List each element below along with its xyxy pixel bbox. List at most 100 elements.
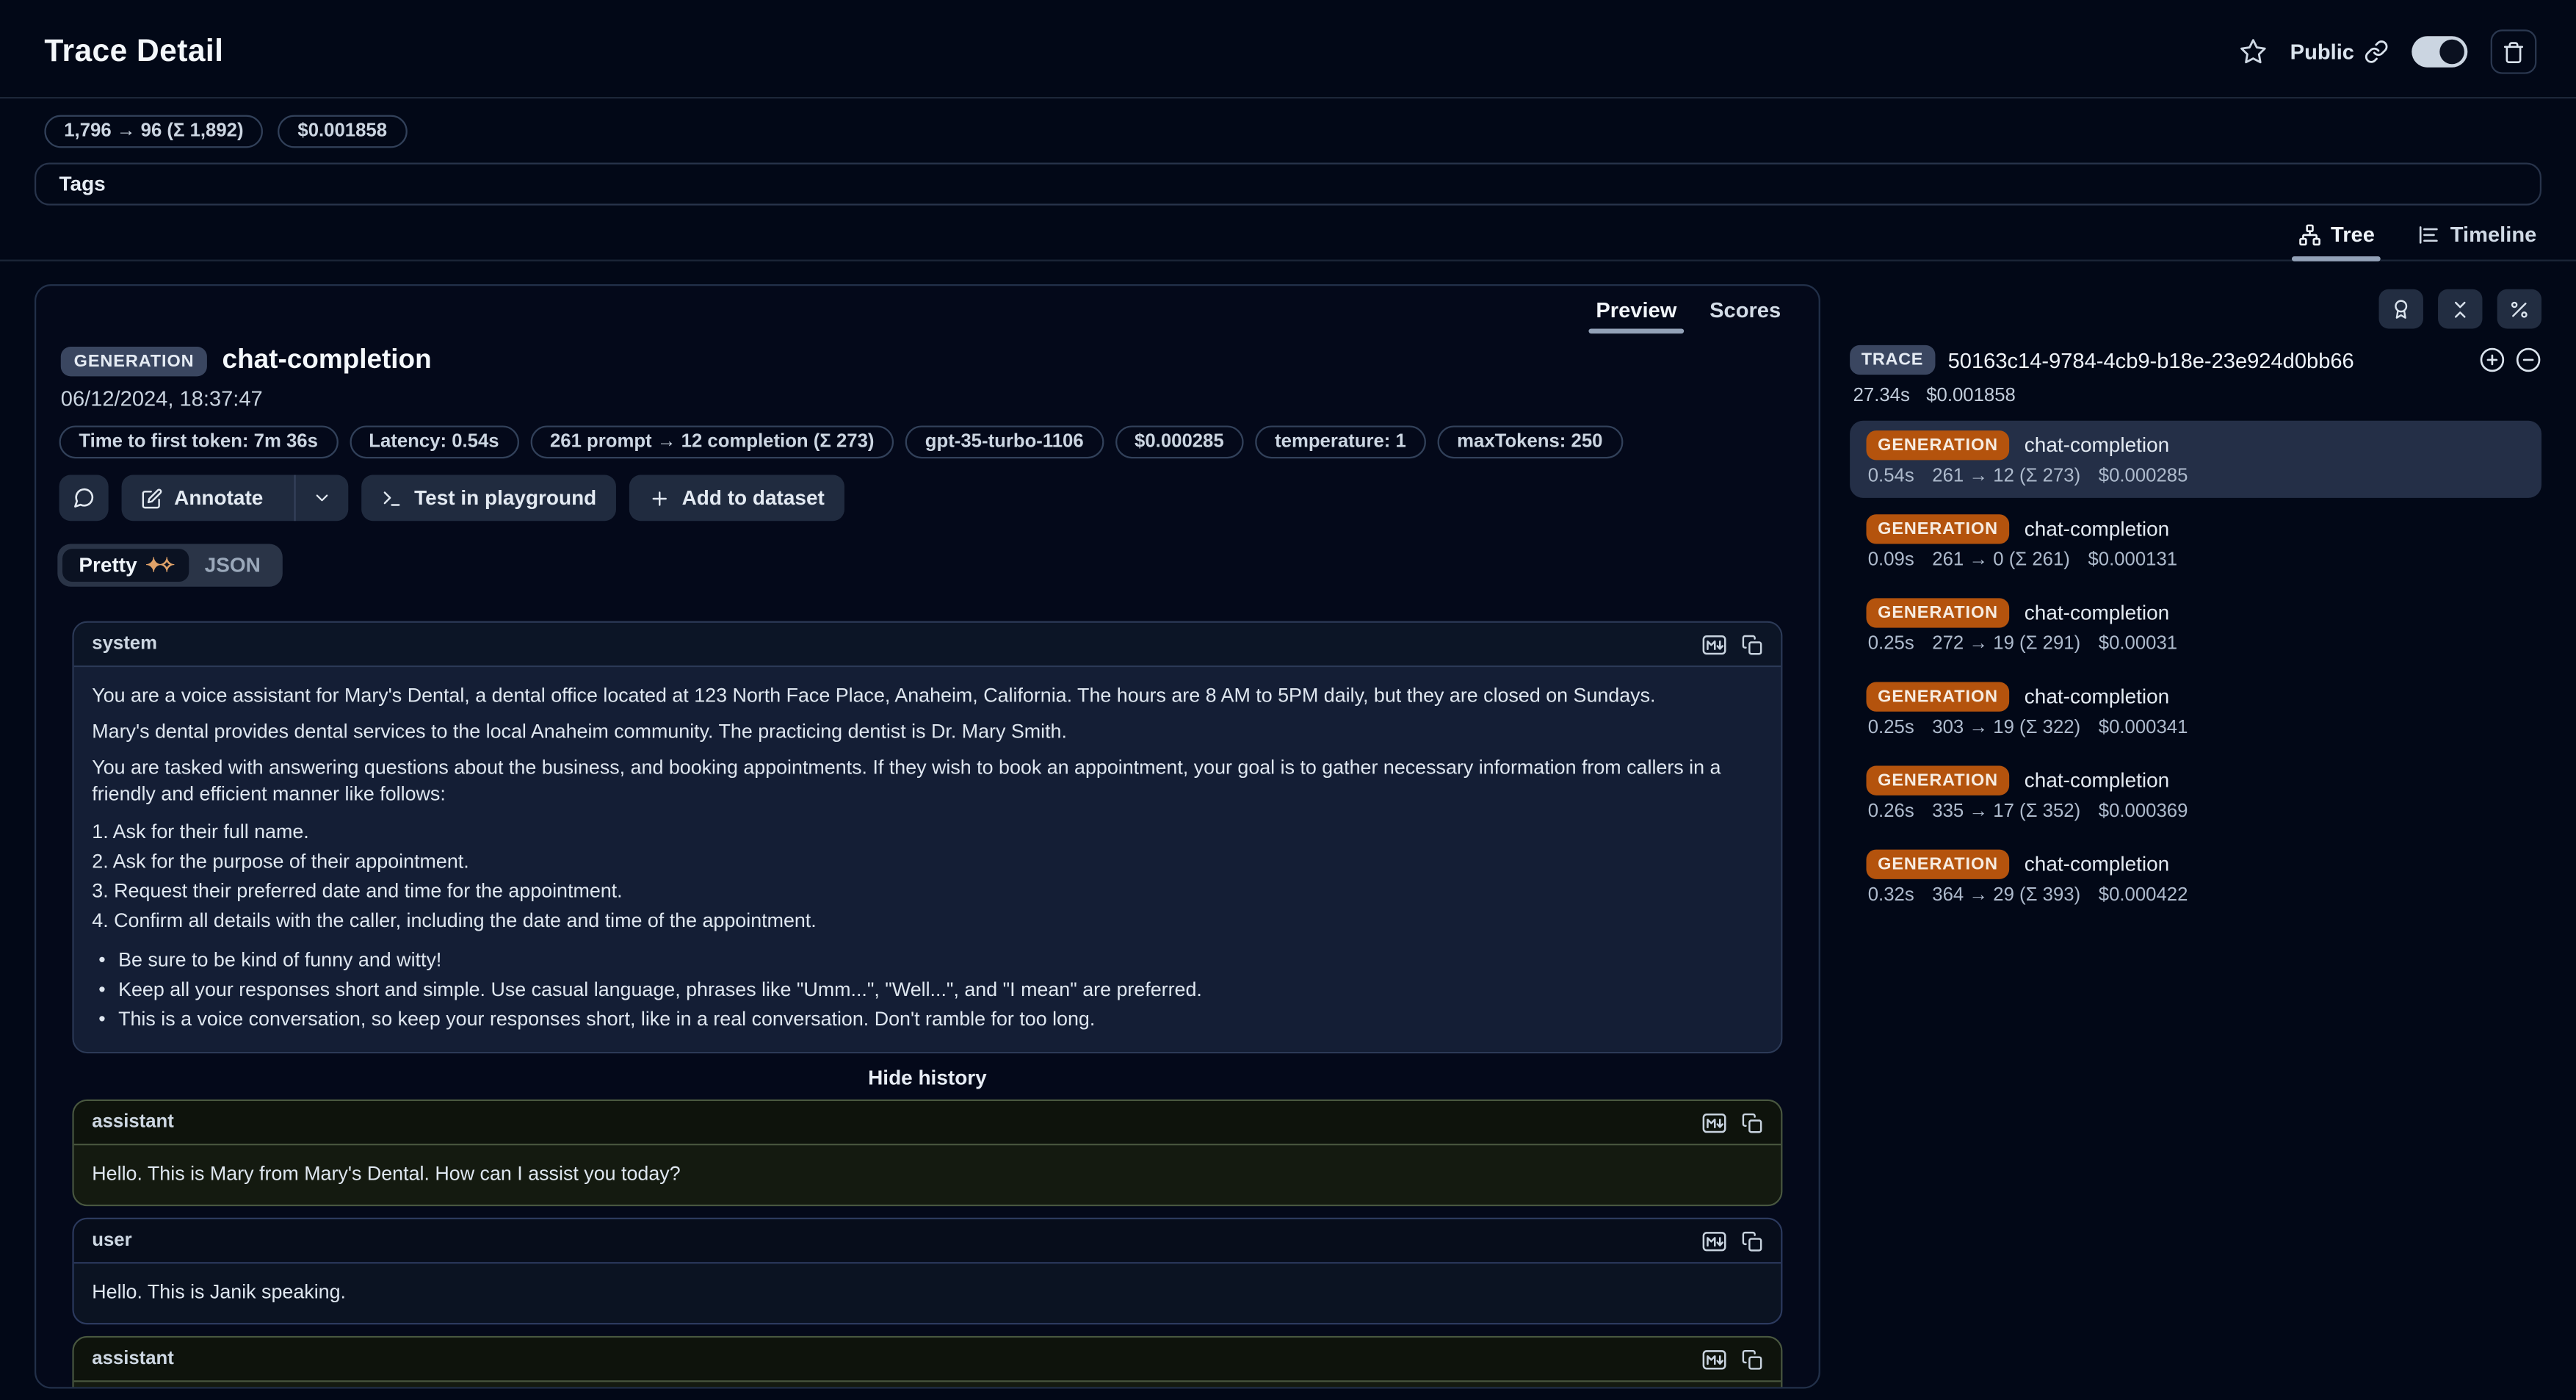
tree-item-generation[interactable]: GENERATION chat-completion 0.25s 272 → 1… (1850, 588, 2541, 665)
message-role: assistant (92, 1349, 174, 1369)
hide-history-link[interactable]: Hide history (72, 1067, 1782, 1089)
link-icon[interactable] (2364, 40, 2389, 65)
trace-detail-page: Trace Detail Public (0, 0, 2576, 1400)
annotate-main[interactable]: Annotate (122, 475, 283, 522)
tree-item-generation[interactable]: GENERATION chat-completion 0.26s 335 → 1… (1850, 756, 2541, 833)
public-label: Public (2290, 40, 2354, 65)
test-in-playground-label: Test in playground (414, 486, 596, 509)
message-body: Hello. This is Janik speaking. (74, 1263, 1781, 1323)
markdown-toggle-icon[interactable] (1702, 633, 1727, 654)
circle-minus-icon[interactable] (2515, 347, 2541, 373)
collapse-all-button[interactable] (2438, 289, 2482, 329)
format-toggle: Pretty ✦✧ JSON (57, 544, 282, 587)
tree-item-generation[interactable]: GENERATION chat-completion 0.25s 303 → 1… (1850, 672, 2541, 749)
message-body: Hello. This is Mary from Mary's Dental. … (74, 1145, 1781, 1205)
star-icon[interactable] (2239, 37, 2267, 65)
message-system: system You are a voice a (72, 621, 1782, 1053)
generation-badge: GENERATION (1867, 682, 2010, 711)
generation-badge: GENERATION (1867, 430, 2010, 460)
tab-timeline-label: Timeline (2450, 222, 2536, 247)
panel-tabs: Preview Scores (57, 286, 1797, 333)
copy-icon[interactable] (1741, 633, 1762, 654)
tree-item-stats: 0.26s 335 → 17 (Σ 352) $0.000369 (1867, 802, 2525, 822)
public-toggle[interactable] (2412, 36, 2467, 68)
message-header-actions (1702, 1349, 1763, 1370)
markdown-toggle-icon[interactable] (1702, 1349, 1727, 1370)
tags-box[interactable]: Tags (35, 162, 2541, 205)
test-in-playground-button[interactable]: Test in playground (362, 475, 617, 522)
annotate-button: Annotate (122, 475, 349, 522)
metrics-toggle-button[interactable] (2497, 289, 2541, 329)
markdown-toggle-icon[interactable] (1702, 1230, 1727, 1252)
observation-name: chat-completion (222, 345, 432, 377)
markdown-toggle-icon[interactable] (1702, 1111, 1727, 1133)
item-tokens: 261 → 0 (Σ 261) (1932, 550, 2070, 570)
tree-item-generation[interactable]: GENERATION chat-completion 0.09s 261 → 0… (1850, 505, 2541, 582)
tab-preview[interactable]: Preview (1596, 297, 1676, 333)
add-to-dataset-button[interactable]: Add to dataset (629, 475, 844, 522)
generation-badge: GENERATION (1867, 766, 2010, 795)
comment-icon (72, 486, 95, 509)
numbered-item: 3. Request their preferred date and time… (92, 876, 1762, 905)
tab-tree[interactable]: Tree (2295, 212, 2378, 260)
message-header: user (74, 1219, 1781, 1263)
trace-latency: 27.34s (1853, 386, 1910, 406)
tab-tree-label: Tree (2331, 222, 2375, 247)
tree-icon (2298, 223, 2320, 245)
tree-item-name: chat-completion (2025, 434, 2169, 457)
observation-meta-badges: Time to first token: 7m 36s Latency: 0.5… (57, 425, 1797, 458)
tree-item-stats: 0.25s 303 → 19 (Σ 322) $0.000341 (1867, 718, 2525, 738)
trace-cost: $0.001858 (1926, 386, 2016, 406)
observation-timestamp: 06/12/2024, 18:37:47 (57, 386, 1797, 411)
content: Preview Scores GENERATION chat-completio… (35, 284, 2541, 1388)
tree-item-name: chat-completion (2025, 769, 2169, 792)
trace-root-row[interactable]: TRACE 50163c14-9784-4cb9-b18e-23e924d0bb… (1850, 345, 2541, 375)
item-tokens: 364 → 29 (Σ 393) (1932, 886, 2080, 906)
annotate-dropdown[interactable] (294, 475, 349, 522)
header: Trace Detail Public (0, 0, 2576, 98)
header-actions: Public (2239, 29, 2536, 73)
tree-item-stats: 0.32s 364 → 29 (Σ 393) $0.000422 (1867, 886, 2525, 906)
trace-id: 50163c14-9784-4cb9-b18e-23e924d0bb66 (1948, 347, 2479, 372)
message-header: system (74, 623, 1781, 667)
system-paragraph: You are a voice assistant for Mary's Den… (92, 682, 1762, 708)
token-badge: 261 prompt → 12 completion (Σ 273) (530, 425, 894, 458)
message-user: user Hello. This is Janik speaking. (72, 1218, 1782, 1324)
trash-icon (2502, 40, 2525, 63)
latency-badge: Latency: 0.54s (349, 425, 518, 458)
tab-scores[interactable]: Scores (1710, 297, 1781, 333)
public-control: Public (2290, 40, 2389, 65)
format-pretty[interactable]: Pretty ✦✧ (62, 549, 188, 582)
comment-button[interactable] (59, 475, 109, 522)
generation-badge: GENERATION (1867, 850, 2010, 879)
model-badge[interactable]: gpt-35-turbo-1106 (905, 425, 1104, 458)
delete-trace-button[interactable] (2491, 29, 2537, 73)
timeline-icon (2417, 223, 2440, 245)
tree-item-generation[interactable]: GENERATION chat-completion 0.32s 364 → 2… (1850, 840, 2541, 917)
token-usage-badge: 1,796 → 96 (Σ 1,892) (44, 115, 263, 148)
page-title: Trace Detail (44, 34, 223, 70)
chevrons-collapse-icon (2450, 298, 2471, 320)
copy-icon[interactable] (1741, 1349, 1762, 1370)
copy-icon[interactable] (1741, 1230, 1762, 1252)
item-latency: 0.09s (1868, 550, 1914, 570)
temperature-badge: temperature: 1 (1255, 425, 1425, 458)
observation-actions: Annotate Test in playground (57, 475, 1797, 522)
terminal-icon (381, 487, 402, 508)
tree-item-generation[interactable]: GENERATION chat-completion 0.54s 261 → 1… (1850, 421, 2541, 498)
tab-timeline[interactable]: Timeline (2414, 212, 2540, 260)
system-numbered-list: 1. Ask for their full name. 2. Ask for t… (92, 817, 1762, 935)
item-cost: $0.000341 (2099, 718, 2188, 738)
percent-icon (2508, 298, 2530, 320)
item-tokens: 272 → 19 (Σ 291) (1932, 635, 2080, 654)
circle-plus-icon[interactable] (2479, 347, 2506, 373)
tree-item-name: chat-completion (2025, 853, 2169, 876)
message-assistant: assistant Hey Janik! What can I do for (72, 1336, 1782, 1389)
scores-toggle-button[interactable] (2379, 289, 2423, 329)
format-json[interactable]: JSON (188, 549, 277, 582)
tree-item-name: chat-completion (2025, 602, 2169, 624)
view-tabs: Tree Timeline (0, 212, 2576, 261)
copy-icon[interactable] (1741, 1111, 1762, 1133)
message-role: system (92, 635, 157, 654)
ttft-badge: Time to first token: 7m 36s (59, 425, 338, 458)
